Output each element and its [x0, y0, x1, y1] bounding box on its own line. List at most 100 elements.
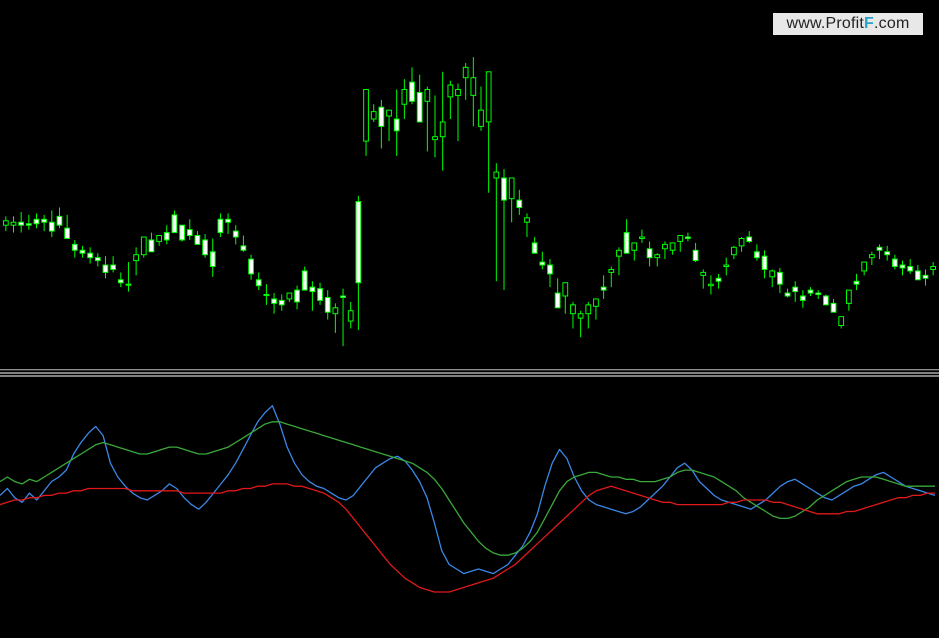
- candle-body-bear: [271, 298, 277, 304]
- candle-body-bear: [715, 277, 722, 282]
- candle-body-bear: [232, 230, 239, 238]
- candle-body-bear: [516, 199, 523, 208]
- candle-body-bear: [554, 292, 561, 309]
- candle-body-bull: [930, 266, 937, 270]
- candle-body-bear: [240, 245, 247, 251]
- candle-body-bull: [868, 254, 875, 259]
- candle-body-bear: [317, 288, 323, 301]
- candle-body-bull: [738, 237, 745, 247]
- candle-body-bear: [539, 261, 546, 266]
- candle-body-bull: [263, 294, 270, 297]
- candle-body-bear: [899, 264, 906, 269]
- candle-body-bear: [884, 251, 891, 256]
- candle-body-bear: [163, 232, 170, 241]
- candle-body-bear: [225, 218, 231, 223]
- candle-body-bear: [110, 264, 117, 270]
- candle-body-bull: [654, 254, 661, 259]
- candle-body-bear: [309, 286, 316, 293]
- candle-body-bear: [792, 286, 799, 293]
- candle-body-bear: [600, 286, 607, 291]
- candle-body-bear: [33, 218, 40, 225]
- candle-body-bear: [416, 91, 423, 123]
- candle-body-bear: [746, 236, 753, 242]
- candle-body-bull: [424, 89, 431, 102]
- candle-body-bear: [186, 229, 193, 237]
- candle-body-bear: [876, 246, 883, 251]
- candle-body-bull: [608, 268, 615, 273]
- candle-body-bull: [616, 249, 622, 257]
- indicator-line-signal: [0, 483, 935, 593]
- candle-body-bear: [18, 221, 25, 226]
- candle-body-bear: [807, 289, 814, 294]
- candle-body-bull: [677, 235, 684, 242]
- candle-body-bear: [393, 118, 400, 132]
- candle-body-bull: [462, 66, 469, 79]
- candle-body-bull: [370, 111, 377, 120]
- candle-body-bear: [294, 289, 300, 303]
- candle-body-bull: [570, 304, 576, 315]
- candle-body-bear: [355, 201, 362, 284]
- candle-body-bull: [347, 310, 354, 322]
- candle-body-bull: [133, 254, 139, 262]
- candle-body-bear: [853, 280, 860, 285]
- candle-body-bear: [48, 221, 55, 232]
- candle-body-bear: [102, 264, 109, 273]
- watermark: www.ProfitF.com: [773, 13, 923, 35]
- candle-body-bear: [64, 227, 71, 239]
- candle-body-bear: [71, 243, 78, 251]
- candle-body-bull: [447, 84, 454, 98]
- candle-body-bear: [148, 239, 155, 253]
- candle-body-bear: [278, 299, 285, 306]
- candle-body-bull: [631, 242, 638, 251]
- candle-body-bear: [754, 251, 760, 259]
- candle-body-bull: [662, 243, 668, 250]
- candle-body-bull: [125, 283, 132, 286]
- candle-body-bear: [891, 258, 898, 267]
- candle-body-bull: [700, 271, 707, 276]
- candle-body-bear: [117, 279, 124, 284]
- candle-body-bull: [2, 220, 9, 226]
- candle-body-bear: [179, 224, 185, 241]
- candle-body-bull: [432, 136, 438, 141]
- candle-body-bull: [577, 313, 584, 319]
- candle-body-bull: [455, 89, 461, 96]
- candle-body-bear: [202, 239, 208, 256]
- candle-body-bear: [56, 215, 63, 226]
- candle-body-bull: [140, 236, 147, 256]
- chart-canvas[interactable]: [0, 0, 939, 638]
- candle-body-bear: [209, 251, 216, 267]
- candle-body-bull: [470, 77, 477, 96]
- candle-body-bear: [248, 258, 254, 275]
- candle-body-bear: [217, 218, 224, 234]
- candle-body-bear: [531, 242, 538, 254]
- candle-body-bull: [508, 177, 515, 200]
- candle-body-bear: [25, 223, 32, 226]
- candle-body-bull: [562, 282, 569, 297]
- candle-body-bull: [524, 217, 530, 223]
- candle-body-bear: [87, 252, 94, 259]
- candle-body-bull: [485, 71, 492, 123]
- candle-body-bull: [669, 242, 676, 251]
- candle-body-bear: [623, 232, 630, 254]
- candle-body-bull: [10, 221, 17, 226]
- candle-body-bear: [340, 295, 346, 298]
- chart-window: www.ProfitF.com: [0, 0, 939, 638]
- candle-body-bear: [830, 302, 837, 313]
- candle-body-bear: [777, 271, 783, 285]
- candle-body-bear: [922, 274, 929, 279]
- candle-body-bear: [324, 296, 331, 313]
- candle-body-bear: [547, 264, 553, 275]
- candle-body-bear: [761, 255, 768, 270]
- candle-body-bull: [439, 121, 446, 138]
- candle-body-bull: [845, 289, 852, 304]
- candle-body-bear: [784, 292, 791, 297]
- candle-body-bull: [731, 246, 737, 256]
- candle-body-bear: [171, 214, 178, 234]
- candle-body-bull: [156, 235, 162, 242]
- candle-body-bear: [685, 236, 691, 239]
- indicator-line-fast: [0, 405, 936, 575]
- candle-body-bear: [378, 106, 385, 127]
- candle-body-bear: [79, 249, 86, 254]
- candle-body-bull: [363, 89, 369, 142]
- candle-body-bull: [838, 316, 845, 326]
